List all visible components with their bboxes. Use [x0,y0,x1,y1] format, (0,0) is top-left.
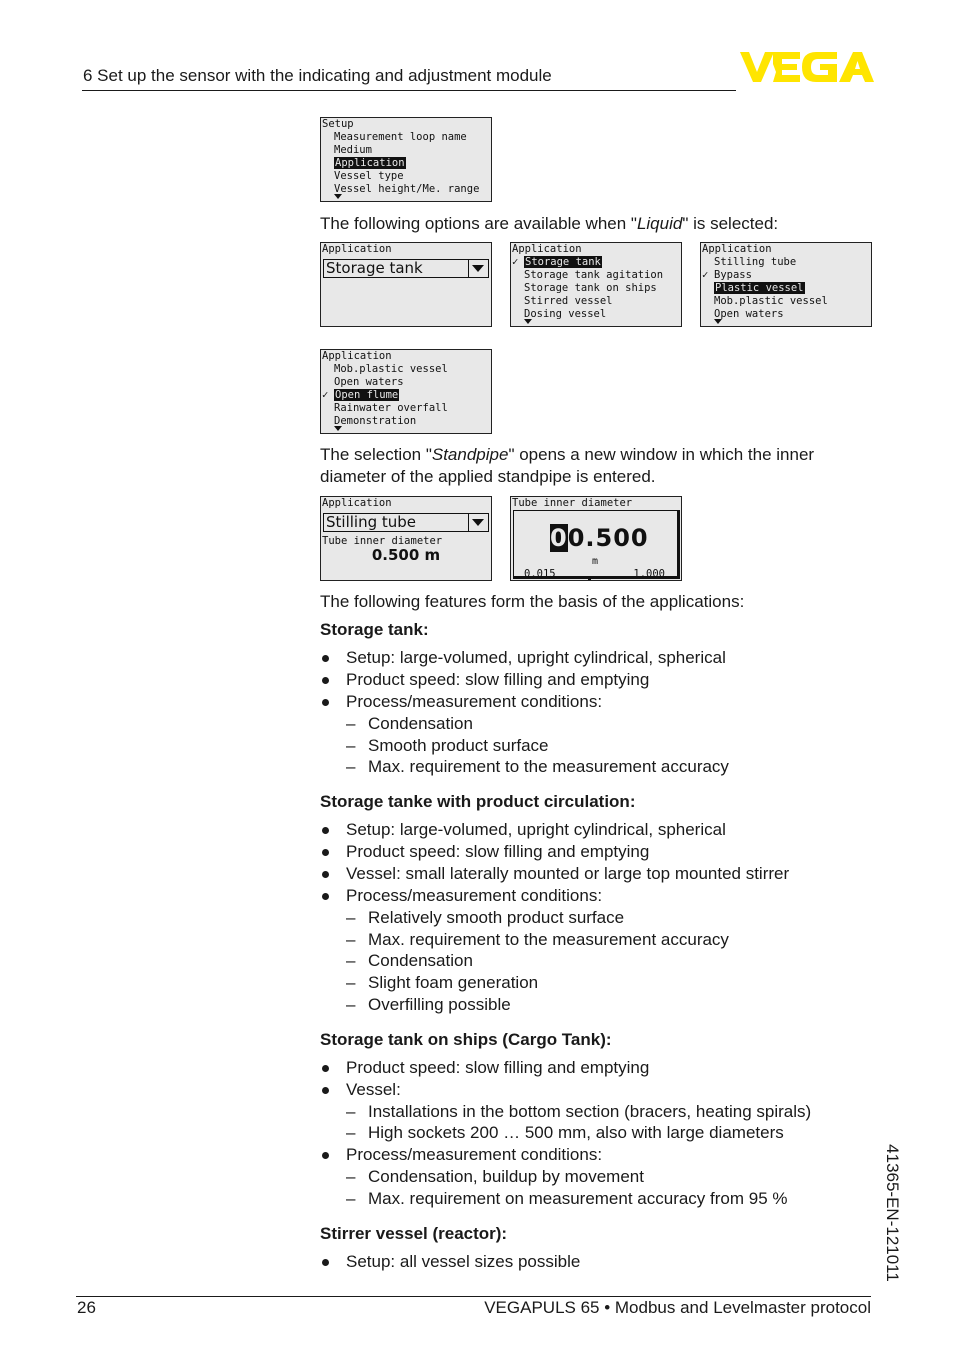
dropdown-button[interactable] [468,260,488,277]
section-title: 6 Set up the sensor with the indicating … [83,66,552,85]
lcd-title: Application [512,243,582,255]
menu-item[interactable]: Dosing vessel [524,308,606,321]
value-editor[interactable]: 00.500 m 0.015 1.000 [513,510,680,580]
checkmark-icon: ✓ [512,256,519,268]
menu-item[interactable]: Bypass [714,269,752,282]
lcd-title: Application [322,497,392,509]
chevron-down-icon [472,519,484,526]
tube-diameter-value[interactable]: 0.500 m [321,548,491,563]
section-heading: Storage tank: [320,620,429,639]
menu-item[interactable]: Storage tank agitation [524,269,663,282]
menu-item[interactable]: Measurement loop name [334,131,467,144]
standpipe-note: The selection "Standpipe" opens a new wi… [320,445,815,486]
section-heading: Storage tank on ships (Cargo Tank): [320,1030,612,1049]
lcd-application-list-1: Application ✓ Storage tank Storage tank … [510,242,682,327]
dropdown-button[interactable] [468,514,488,531]
menu-item-selected[interactable]: Storage tank [524,256,602,269]
menu-item-selected[interactable]: Open flume [334,389,400,402]
lcd-application-list-3: Application Mob.plastic vessel Open wate… [320,349,492,434]
lcd-title: Application [702,243,772,255]
page-number: 26 [77,1298,96,1317]
menu-item[interactable]: Stirred vessel [524,295,613,308]
menu-item[interactable]: Mob.plastic vessel [714,295,828,308]
min-label: 0.015 [524,568,556,580]
document-id: 41365-EN-121011 [883,1144,902,1282]
lcd-tube-diameter-edit: Tube inner diameter 00.500 m 0.015 1.000 [510,496,682,581]
lcd-title: Setup [322,118,354,130]
application-select[interactable]: Stilling tube [323,513,489,532]
menu-item-selected[interactable]: Plastic vessel [714,282,805,295]
menu-item[interactable]: Open waters [334,376,404,389]
checkmark-icon: ✓ [702,269,709,281]
menu-item[interactable]: Vessel type [334,170,404,183]
section-heading: Storage tanke with product circulation: [320,792,636,811]
lcd-setup-menu: Setup Measurement loop name Medium Appli… [320,117,492,202]
features-intro: The following features form the basis of… [320,592,745,611]
menu-item[interactable]: Vessel height/Me. range [334,183,479,196]
lcd-title: Application [322,243,392,255]
checkmark-icon: ✓ [322,389,329,401]
scroll-down-icon [334,194,342,199]
max-label: 1.000 [633,568,665,580]
lcd-application-combo: Application Storage tank [320,242,492,327]
edit-value[interactable]: 00.500 [550,524,649,552]
edit-cursor: 0 [550,524,568,552]
scroll-down-icon [524,319,532,324]
lcd-application-list-2: Application Stilling tube ✓ Bypass Plast… [700,242,872,327]
liquid-intro: The following options are available when… [320,214,779,233]
slider-marker[interactable] [588,579,591,580]
lcd-stilling-tube: Application Stilling tube Tube inner dia… [320,496,492,581]
lcd-title: Application [322,350,392,362]
lcd-title: Tube inner diameter [512,497,633,509]
menu-item[interactable]: Stilling tube [714,256,796,269]
chevron-down-icon [472,265,484,272]
section-heading: Stirrer vessel (reactor): [320,1224,508,1243]
menu-item[interactable]: Demonstration [334,415,416,428]
unit-label: m [592,556,599,567]
menu-item[interactable]: Mob.plastic vessel [334,363,448,376]
vega-logo [740,52,874,82]
footer-product: VEGAPULS 65 • Modbus and Levelmaster pro… [484,1298,871,1317]
menu-item[interactable]: Storage tank on ships [524,282,657,295]
menu-item[interactable]: Medium [334,144,372,157]
scroll-down-icon [714,319,722,324]
menu-item[interactable]: Open waters [714,308,784,321]
application-select[interactable]: Storage tank [323,259,489,278]
menu-item[interactable]: Rainwater overfall [334,402,448,415]
scroll-down-icon [334,426,342,431]
header-rule [82,90,736,91]
menu-item-selected[interactable]: Application [334,157,406,170]
footer-rule [76,1296,871,1297]
